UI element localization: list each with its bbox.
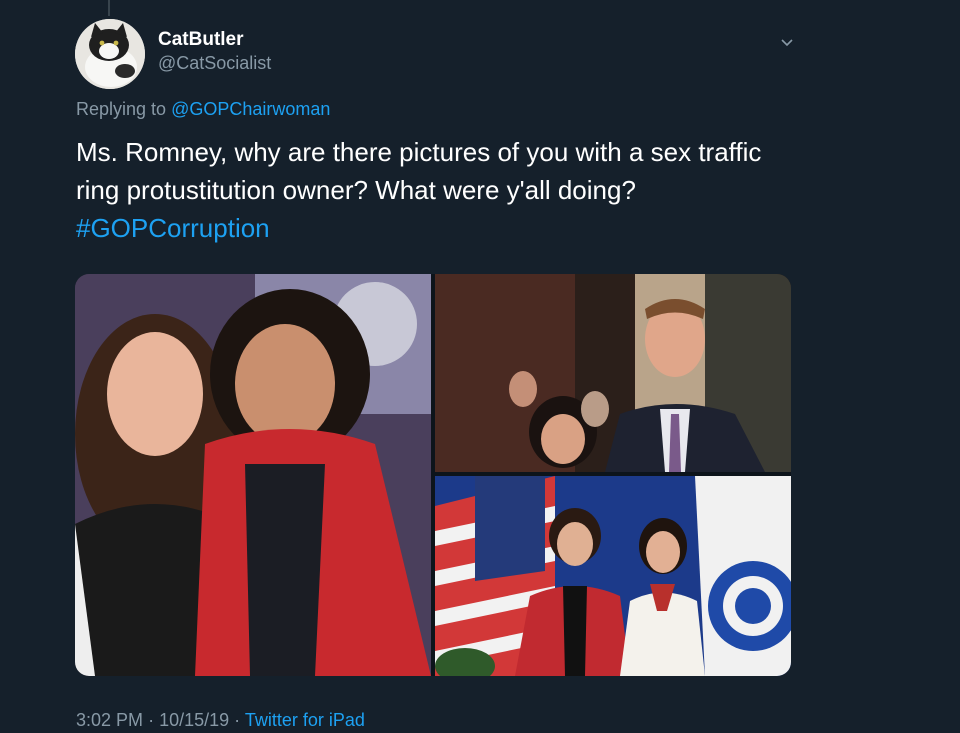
meta-separator-2: · <box>234 710 241 730</box>
tweet-source-link[interactable]: Twitter for iPad <box>245 710 365 730</box>
media-grid <box>75 274 791 676</box>
tweet-date[interactable]: 10/15/19 <box>159 710 229 730</box>
hashtag-link[interactable]: #GOPCorruption <box>76 209 856 247</box>
photo-2[interactable] <box>435 274 791 472</box>
tweet-time[interactable]: 3:02 PM <box>76 710 143 730</box>
tweet-meta: 3:02 PM · 10/15/19 · Twitter for iPad <box>76 710 365 731</box>
tweet-text-line-2: ring protustitution owner? What were y'a… <box>76 175 636 205</box>
chevron-down-icon[interactable] <box>778 34 796 52</box>
tweet-text-line-1: Ms. Romney, why are there pictures of yo… <box>76 137 762 167</box>
photo-3[interactable] <box>435 476 791 676</box>
meta-separator: · <box>148 710 155 730</box>
replying-to-link[interactable]: @GOPChairwoman <box>171 99 330 119</box>
tweet-text: Ms. Romney, why are there pictures of yo… <box>76 133 856 247</box>
avatar[interactable] <box>75 19 145 89</box>
replying-prefix: Replying to <box>76 99 167 119</box>
replying-to-line: Replying to @GOPChairwoman <box>76 99 330 120</box>
display-name[interactable]: CatButler <box>158 29 244 51</box>
cat-avatar-image <box>75 19 145 89</box>
photo-1[interactable] <box>75 274 431 676</box>
thread-connector-line <box>108 0 110 16</box>
user-handle[interactable]: @CatSocialist <box>158 53 271 74</box>
